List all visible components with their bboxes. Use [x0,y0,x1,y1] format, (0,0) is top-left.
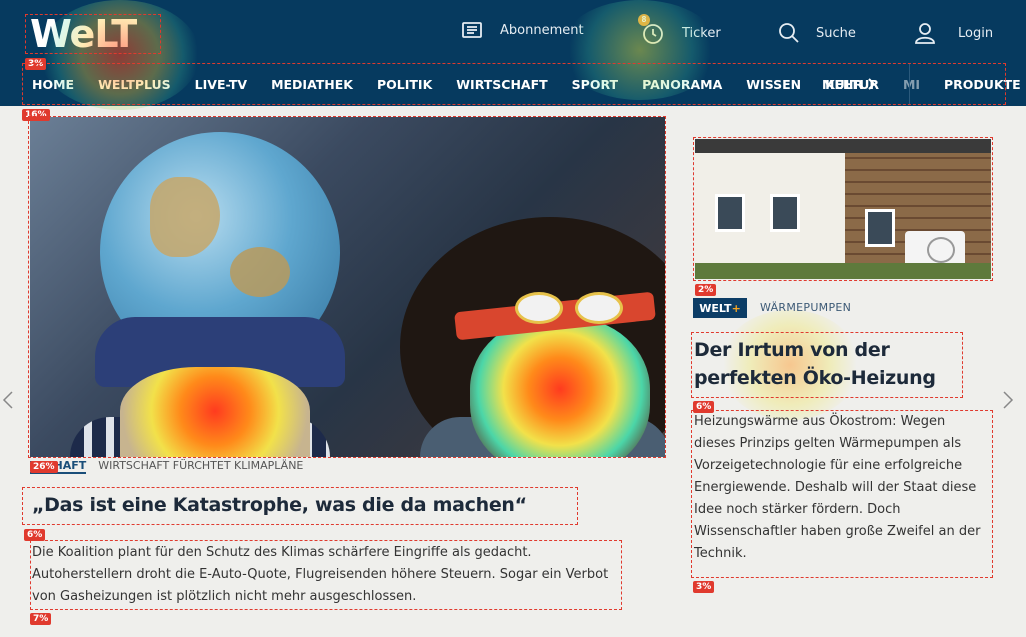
side-article-kicker[interactable]: WÄRMEPUMPEN [760,301,851,314]
carousel-next-button[interactable] [1002,390,1016,410]
heatmap-region-side-image [693,137,993,281]
weltplus-badge: WELT + [693,298,747,318]
weltplus-badge-plus: + [731,301,741,315]
search-label: Suche [816,25,856,41]
ticker-label: Ticker [682,25,721,41]
login-label: Login [958,25,994,41]
search-link[interactable]: Suche [778,22,856,44]
search-icon [779,23,799,43]
main-article-kicker[interactable]: TSCHAFT WIRTSCHAFT FÜRCHTET KLIMAPLÄNE [30,459,304,474]
heatmap-region-side-headline [691,332,963,398]
heatmap-region-side-teaser [691,410,993,578]
login-link[interactable]: Login [914,22,993,44]
heatmap-region-main-teaser [30,540,622,610]
carousel-prev-button[interactable] [2,390,16,410]
chevron-left-icon [2,391,13,409]
ticker-badge: 8 [638,14,650,26]
newspaper-icon [462,22,482,38]
heatmap-pct-side-teaser: 3% [693,581,715,593]
heatmap-region-main-image [28,116,666,458]
heatmap-region-main-headline [22,487,578,525]
heatmap-pct-side-image: 2% [695,284,717,296]
main-kicker-topic: WIRTSCHAFT FÜRCHTET KLIMAPLÄNE [98,459,304,472]
heatmap-pct-main-teaser: 7% [30,613,52,625]
chevron-right-icon [1003,391,1014,409]
user-icon [915,23,935,44]
ticker-link[interactable]: Ticker [642,22,721,44]
abonnement-label: Abonnement [500,22,584,38]
weltplus-badge-text: WELT [699,301,732,315]
heatmap-region-nav [22,63,1006,105]
heatmap-region-logo [25,14,161,54]
abonnement-link[interactable]: Abonnement [462,22,584,38]
heatmap-pct-main-image: 26% [30,461,58,473]
